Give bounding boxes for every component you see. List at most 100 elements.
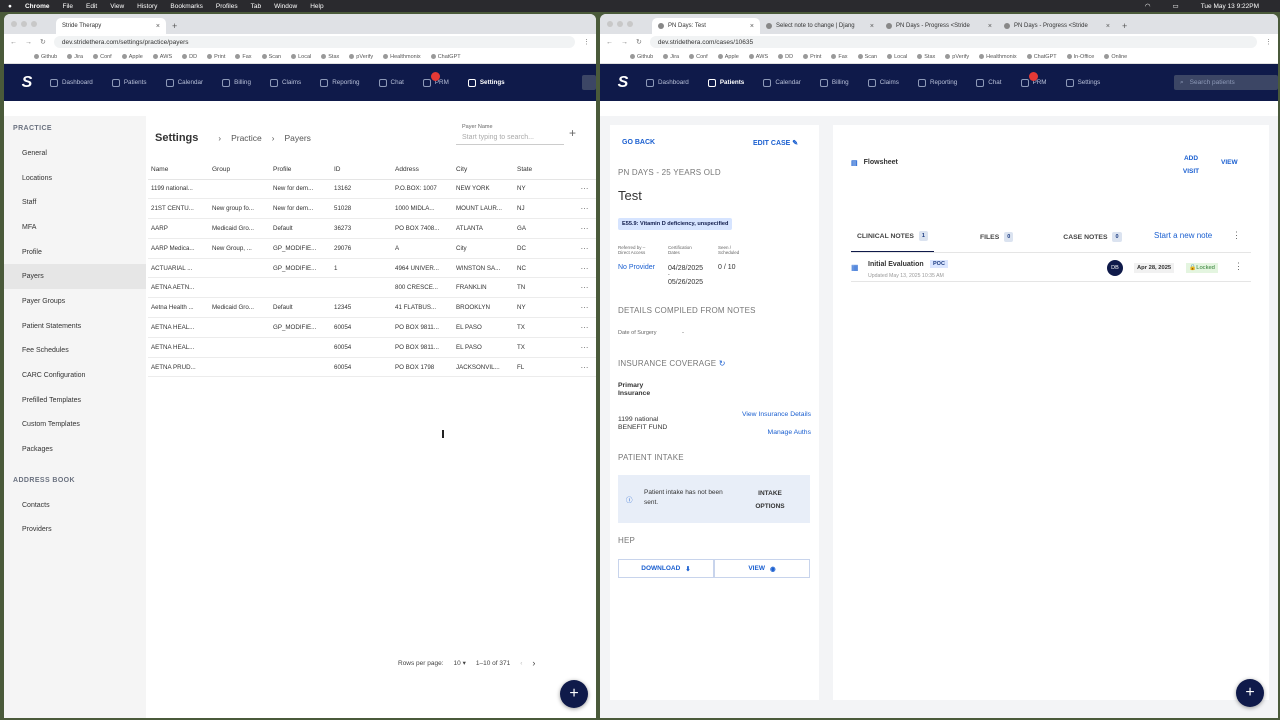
add-fab-button[interactable]: + [1236,679,1264,707]
bookmark[interactable]: Conf [93,54,112,60]
back-icon[interactable]: ← [10,39,17,46]
nav-billing[interactable]: Billing [819,78,849,87]
view-button[interactable]: VIEW [1221,159,1238,166]
sidebar-item-locations[interactable]: Locations [4,166,146,191]
note-row[interactable]: ▦ Initial Evaluation POC Updated May 13,… [851,256,1251,282]
clock[interactable]: Tue May 13 9:22PM [1201,3,1259,10]
col-group[interactable]: Group [209,160,270,180]
bookmark[interactable]: Github [630,54,653,60]
bookmark[interactable]: Fax [831,54,848,60]
add-visit-button[interactable]: ADD VISIT [1179,152,1203,178]
rows-per-page-select[interactable]: 10 ▾ [454,659,466,667]
sidebar-item-payers[interactable]: Payers [4,264,146,290]
forward-icon[interactable]: → [621,39,628,46]
search-icon[interactable] [582,75,596,90]
more-icon[interactable]: ⋯ [568,277,596,299]
nav-claims[interactable]: Claims [867,78,899,87]
nav-settings[interactable]: Settings [467,78,505,87]
table-row[interactable]: 1199 national... New for dem... 13162 P.O.B… [148,179,596,200]
sidebar-item-custom-templates[interactable]: Custom Templates [4,413,146,438]
table-row[interactable]: Aetna Health ... Medicaid Gro... Default 12… [148,297,596,319]
bookmark[interactable]: AWS [748,54,768,60]
forward-icon[interactable]: → [25,39,32,46]
kebab-menu-icon[interactable]: ⋮ [1232,230,1241,241]
nav-prm[interactable]: PRM [1020,71,1047,87]
new-tab-button[interactable]: + [166,18,183,34]
nav-prm[interactable]: PRM [422,71,449,87]
more-icon[interactable]: ⋯ [568,357,596,378]
bookmark[interactable]: Print [207,54,225,60]
sidebar-item-profile[interactable]: Profile [4,240,146,265]
extensions-icon[interactable]: ⋮ [583,38,590,46]
view-hep-button[interactable]: VIEW ◉ [714,559,810,578]
stride-logo[interactable]: S [16,72,38,94]
view-insurance-link[interactable]: View Insurance Details [742,411,811,418]
sidebar-item-carc-configuration[interactable]: CARC Configuration [4,363,146,388]
bookmark[interactable]: Healthmonix [383,54,421,60]
table-row[interactable]: AARP Medicaid Gro... Default 36273 PO BOX 74… [148,218,596,239]
nav-patients[interactable]: Patients [707,78,744,87]
nav-chat[interactable]: Chat [976,78,1002,87]
next-page-icon[interactable]: › [532,658,535,668]
tab-files[interactable]: FILES 0 [974,225,1019,253]
go-back-button[interactable]: GO BACK [622,139,655,146]
menu-bookmarks[interactable]: Bookmarks [170,3,203,10]
more-icon[interactable]: ⋯ [568,258,596,279]
more-icon[interactable]: ⋯ [568,337,596,358]
window-controls[interactable] [11,21,37,27]
bookmark[interactable]: pVerify [349,54,373,60]
bookmark[interactable]: ChatGPT [430,54,461,60]
nav-billing[interactable]: Billing [222,78,251,87]
sidebar-item-general[interactable]: General [4,141,146,166]
diagnosis-chip[interactable]: E55.9: Vitamin D deficiency, unspecified [618,218,733,230]
col-state[interactable]: State [514,160,568,180]
menu-profiles[interactable]: Profiles [216,3,238,10]
back-icon[interactable]: ← [606,39,613,46]
sidebar-item-contacts[interactable]: Contacts [4,493,146,518]
more-icon[interactable]: ⋯ [568,317,596,338]
referred-value[interactable]: No Provider [618,264,655,271]
nav-chat[interactable]: Chat [378,78,404,87]
window-controls[interactable] [607,21,633,27]
nav-dashboard[interactable]: Dashboard [50,78,93,87]
new-tab-button[interactable]: + [1116,18,1133,34]
more-icon[interactable]: ⋯ [568,238,596,259]
nav-dashboard[interactable]: Dashboard [646,78,689,87]
browser-tab[interactable]: Select note to change | Djang × [760,18,880,34]
bookmark[interactable]: DD [182,54,197,60]
menu-window[interactable]: Window [274,3,297,10]
close-icon[interactable]: × [1106,23,1110,30]
bookmark[interactable]: Jira [663,54,679,60]
page-title[interactable]: Settings [155,132,198,144]
sidebar-item-staff[interactable]: Staff [4,190,146,215]
reload-icon[interactable]: ↻ [636,38,642,46]
table-row[interactable]: AETNA HEAL... 60054 PO BOX 9811... EL PASO T… [148,337,596,358]
col-profile[interactable]: Profile [270,160,331,180]
nav-patients[interactable]: Patients [111,78,147,87]
bookmark[interactable]: Online [1104,54,1127,60]
sidebar-item-packages[interactable]: Packages [4,437,146,462]
sidebar-item-prefilled-templates[interactable]: Prefilled Templates [4,388,146,413]
app-name[interactable]: Chrome [25,3,50,10]
tab-case-notes[interactable]: CASE NOTES 0 [1057,225,1127,253]
bookmark[interactable]: Apple [121,54,143,60]
breadcrumb-practice[interactable]: Practice [231,133,262,143]
reload-icon[interactable]: ↻ [40,38,46,46]
note-menu-icon[interactable]: ⋮ [1234,261,1243,272]
menu-edit[interactable]: Edit [86,3,97,10]
nav-calendar[interactable]: Calendar [165,78,203,87]
col-city[interactable]: City [453,160,514,180]
col-name[interactable]: Name [148,160,209,180]
browser-tab[interactable]: PN Days: Test × [652,18,760,34]
nav-settings[interactable]: Settings [1065,78,1100,87]
bookmark[interactable]: Github [34,54,57,60]
more-icon[interactable]: ⋯ [568,198,596,220]
refresh-icon[interactable]: ↻ [719,359,726,368]
bookmark[interactable]: ChatGPT [1026,54,1057,60]
more-icon[interactable]: ⋯ [568,297,596,319]
battery-icon[interactable]: ▭ [1173,2,1179,10]
wifi-icon[interactable]: ◠ [1145,2,1151,10]
add-payer-button[interactable]: + [569,126,576,140]
close-icon[interactable]: × [156,23,160,30]
intake-options-button[interactable]: INTAKE OPTIONS [748,487,792,513]
